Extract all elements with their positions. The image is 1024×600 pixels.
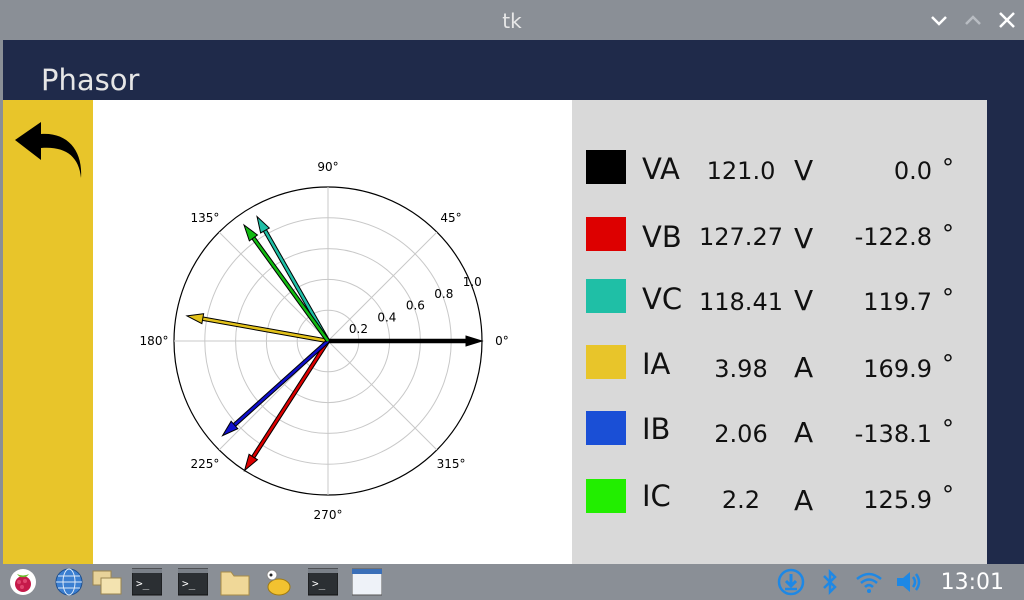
angle-tick-label: 45° <box>440 211 461 225</box>
polar-chart: 0° 45° 90° 135° 180° 225° 270° 315° 0.2 0.4 0.6 0.8… <box>140 160 509 522</box>
color-swatch <box>586 479 626 513</box>
svg-text:>_: >_ <box>312 577 326 590</box>
degree-symbol: ° <box>942 481 954 509</box>
radial-tick-label: 0.6 <box>406 299 425 313</box>
phasor-label: VC <box>642 282 683 316</box>
color-swatch <box>586 150 626 184</box>
angle-value: 119.7 <box>863 288 932 316</box>
svg-text:>_: >_ <box>182 577 196 590</box>
unit-label: A <box>794 416 814 449</box>
unit-label: V <box>794 284 814 317</box>
bluetooth-icon[interactable] <box>815 568 845 596</box>
magnitude-value: 127.27 <box>699 223 783 251</box>
svg-text:>_: >_ <box>136 577 150 590</box>
magnitude-value: 3.98 <box>714 355 768 383</box>
angle-value: -122.8 <box>854 223 932 251</box>
degree-symbol: ° <box>942 220 954 248</box>
phasor-va <box>328 335 484 347</box>
readout-row-va: VA 121.0 V 0.0 ° <box>572 140 987 200</box>
angle-value: -138.1 <box>854 420 932 448</box>
magnitude-value: 2.06 <box>714 420 768 448</box>
angle-tick-label: 225° <box>191 457 220 471</box>
degree-symbol: ° <box>942 415 954 443</box>
degree-symbol: ° <box>942 284 954 312</box>
color-swatch <box>586 217 626 251</box>
readout-row-ic: IC 2.2 A 125.9 ° <box>572 470 987 530</box>
python-ide-icon[interactable] <box>264 568 294 596</box>
phasor-vc <box>256 215 330 343</box>
terminal-icon[interactable]: >_ <box>308 568 338 596</box>
volume-icon[interactable] <box>894 568 924 596</box>
magnitude-value: 118.41 <box>699 288 783 316</box>
page-title: Phasor <box>41 63 140 97</box>
color-swatch <box>586 279 626 313</box>
degree-symbol: ° <box>942 350 954 378</box>
angle-tick-label: 90° <box>317 160 338 174</box>
file-manager-icon[interactable] <box>92 568 122 596</box>
angle-tick-label: 135° <box>191 211 220 225</box>
phasor-plot: 0° 45° 90° 135° 180° 225° 270° 315° 0.2 0.4 0.6 0.8… <box>93 100 572 564</box>
angle-value: 125.9 <box>863 486 932 514</box>
back-button[interactable] <box>3 100 93 564</box>
phasor-vectors <box>185 215 484 472</box>
taskbar: >_ >_ >_ 13:01 <box>0 564 1024 600</box>
phasor-label: VB <box>642 220 682 254</box>
unit-label: V <box>794 222 814 255</box>
phasor-label: IB <box>642 412 671 446</box>
readout-row-ia: IA 3.98 A 169.9 ° <box>572 338 987 398</box>
window-title: tk <box>502 9 522 33</box>
unit-label: V <box>794 154 814 187</box>
angle-tick-label: 0° <box>495 334 509 348</box>
angle-tick-label: 270° <box>314 508 343 522</box>
phasor-label: IC <box>642 479 671 513</box>
angle-value: 169.9 <box>863 355 932 383</box>
download-icon[interactable] <box>776 568 806 596</box>
phasor-label: IA <box>642 347 671 381</box>
angular-gridline <box>327 231 438 342</box>
magnitude-value: 121.0 <box>706 157 776 185</box>
readout-row-ib: IB 2.06 A -138.1 ° <box>572 404 987 464</box>
window-icon[interactable] <box>352 568 382 596</box>
web-browser-icon[interactable] <box>54 568 84 596</box>
radial-tick-label: 0.2 <box>349 322 368 336</box>
angle-tick-label: 180° <box>140 334 169 348</box>
window-titlebar[interactable]: tk <box>0 0 1024 40</box>
folder-icon[interactable] <box>220 568 250 596</box>
radial-tick-label: 0.4 <box>377 310 396 324</box>
maximize-icon[interactable] <box>962 8 984 32</box>
radial-tick-label: 1.0 <box>463 275 482 289</box>
angle-tick-label: 315° <box>437 457 466 471</box>
angular-gridline <box>327 340 438 451</box>
degree-symbol: ° <box>942 154 954 182</box>
color-swatch <box>586 411 626 445</box>
terminal-icon[interactable]: >_ <box>178 568 208 596</box>
unit-label: A <box>794 484 814 517</box>
back-arrow-icon <box>15 122 82 178</box>
radial-tick-label: 0.8 <box>434 287 453 301</box>
phasor-label: VA <box>642 152 680 186</box>
wifi-icon[interactable] <box>854 568 884 596</box>
unit-label: A <box>794 351 814 384</box>
phasor-ia <box>185 313 329 344</box>
color-swatch <box>586 345 626 379</box>
terminal-icon[interactable]: >_ <box>132 568 162 596</box>
raspberry-menu-icon[interactable] <box>8 568 38 596</box>
readout-row-vb: VB 127.27 V -122.8 ° <box>572 208 987 268</box>
close-icon[interactable] <box>996 8 1018 32</box>
minimize-icon[interactable] <box>928 8 950 32</box>
clock[interactable]: 13:01 <box>941 570 1004 595</box>
readout-row-vc: VC 118.41 V 119.7 ° <box>572 272 987 332</box>
angle-value: 0.0 <box>893 157 932 185</box>
phasor-readout: VA 121.0 V 0.0 ° VB 127.27 V -122.8 ° VC… <box>572 100 987 564</box>
magnitude-value: 2.2 <box>721 486 761 514</box>
